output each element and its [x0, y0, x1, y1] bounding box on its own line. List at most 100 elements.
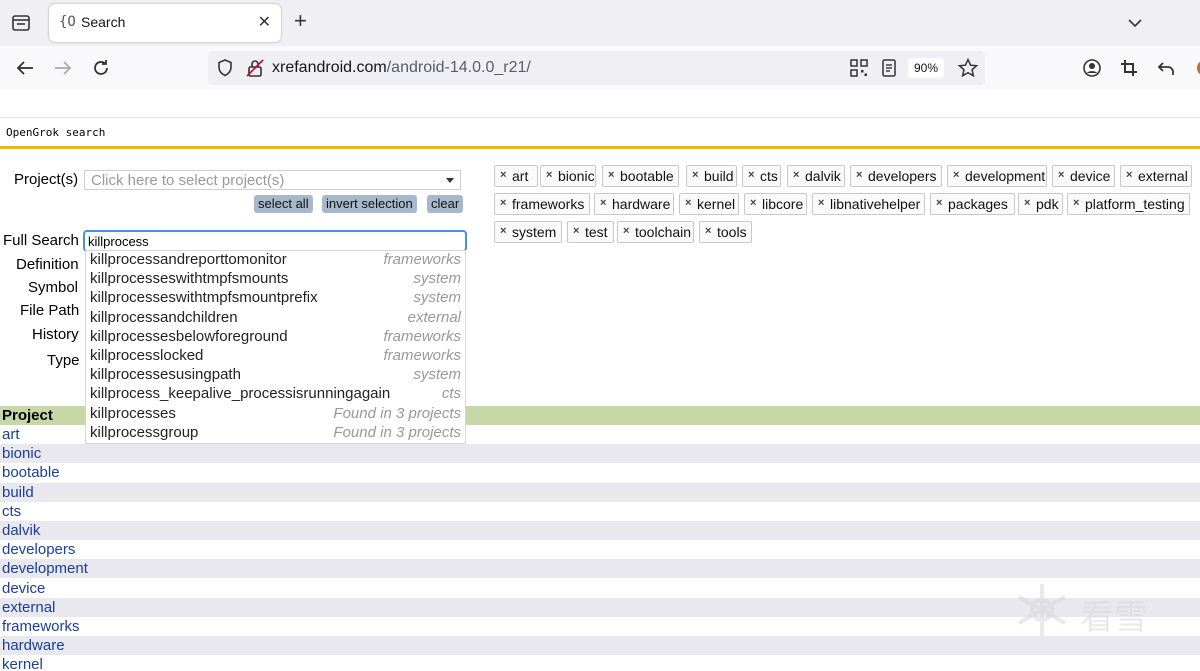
suggestion-item[interactable]: killprocesseswithtmpfsmountprefix system [86, 289, 465, 308]
project-chip[interactable]: × platform_testing [1067, 193, 1190, 215]
suggestion-item[interactable]: killprocesseswithtmpfsmounts system [86, 270, 465, 289]
project-chip[interactable]: × external [1120, 165, 1192, 187]
suggestion-item[interactable]: killprocessandreporttomonitor frameworks [86, 251, 465, 270]
remove-chip-icon[interactable]: × [500, 197, 506, 209]
project-link[interactable]: device [2, 580, 45, 597]
table-row: developers [0, 540, 1200, 559]
project-chip[interactable]: × packages [930, 193, 1015, 215]
suggestion-item[interactable]: killprocesslocked frameworks [86, 347, 465, 366]
suggestion-item[interactable]: killprocessesusingpath system [86, 366, 465, 385]
remove-chip-icon[interactable]: × [500, 169, 506, 181]
insecure-lock-icon[interactable] [244, 57, 266, 79]
remove-chip-icon[interactable]: × [623, 225, 629, 237]
suggestion-item[interactable]: killprocessandchildren external [86, 309, 465, 328]
invert-selection-button[interactable]: invert selection [322, 195, 417, 213]
project-link[interactable]: bionic [2, 445, 41, 462]
remove-chip-icon[interactable]: × [1058, 169, 1064, 181]
select-all-button[interactable]: select all [254, 195, 313, 213]
remove-chip-icon[interactable]: × [705, 225, 711, 237]
bookmark-star-icon[interactable] [957, 57, 979, 79]
project-chip[interactable]: × cts [742, 165, 781, 187]
suggestion-term: killprocessandchildren [90, 308, 238, 326]
remove-chip-icon[interactable]: × [685, 197, 691, 209]
undo-arrow-icon[interactable] [1155, 57, 1177, 79]
project-chip[interactable]: × pdk [1018, 193, 1063, 215]
url-text[interactable]: xrefandroid.com/android-14.0.0_r21/ [272, 59, 531, 77]
back-arrow-icon[interactable] [14, 57, 36, 79]
suggestion-item[interactable]: killprocessgroup Found in 3 projects [86, 424, 465, 443]
remove-chip-icon[interactable]: × [748, 169, 754, 181]
suggestion-project: frameworks [383, 347, 461, 364]
project-link[interactable]: frameworks [2, 618, 80, 635]
clear-button[interactable]: clear [427, 195, 464, 213]
tab-list-icon[interactable] [10, 12, 32, 34]
suggestion-item[interactable]: killprocessesbelowforeground frameworks [86, 328, 465, 347]
project-chip[interactable]: × libnativehelper [812, 193, 925, 215]
remove-chip-icon[interactable]: × [750, 197, 756, 209]
project-select[interactable]: Click here to select project(s) [84, 170, 461, 190]
new-tab-icon[interactable]: + [294, 10, 307, 32]
remove-chip-icon[interactable]: × [546, 169, 552, 181]
project-link[interactable]: build [2, 484, 34, 501]
shield-icon[interactable] [214, 57, 236, 79]
remove-chip-icon[interactable]: × [856, 169, 862, 181]
project-link[interactable]: bootable [2, 464, 60, 481]
remove-chip-icon[interactable]: × [573, 225, 579, 237]
reload-icon[interactable] [90, 57, 112, 79]
project-chip[interactable]: × bootable [602, 165, 679, 187]
table-row: bootable [0, 463, 1200, 482]
remove-chip-icon[interactable]: × [1073, 197, 1079, 209]
project-link[interactable]: development [2, 560, 88, 577]
project-chip[interactable]: × developers [850, 165, 942, 187]
remove-chip-icon[interactable]: × [692, 169, 698, 181]
zoom-level-button[interactable]: 90% [908, 58, 945, 78]
url-bar[interactable]: xrefandroid.com/android-14.0.0_r21/ 90% [208, 51, 985, 85]
remove-chip-icon[interactable]: × [793, 169, 799, 181]
project-link[interactable]: developers [2, 541, 75, 558]
kanxue-watermark: 看雪 [1012, 580, 1172, 650]
suggestion-item[interactable]: killprocesses Found in 3 projects [86, 405, 465, 424]
full-search-input[interactable]: killprocess [83, 230, 467, 252]
project-link[interactable]: cts [2, 503, 21, 520]
project-link[interactable]: hardware [2, 637, 65, 654]
remove-chip-icon[interactable]: × [936, 197, 942, 209]
project-link[interactable]: external [2, 599, 55, 616]
remove-chip-icon[interactable]: × [500, 225, 506, 237]
extension-icon[interactable] [1194, 57, 1200, 79]
project-chip[interactable]: × toolchain [617, 221, 694, 243]
reader-view-icon[interactable] [878, 57, 900, 79]
project-chip[interactable]: × libcore [744, 193, 807, 215]
project-chip[interactable]: × build [686, 165, 737, 187]
project-chip[interactable]: × hardware [594, 193, 674, 215]
remove-chip-icon[interactable]: × [818, 197, 824, 209]
remove-chip-icon[interactable]: × [608, 169, 614, 181]
project-chip[interactable]: × device [1052, 165, 1115, 187]
project-chip[interactable]: × art [494, 165, 538, 187]
crop-screenshot-icon[interactable] [1118, 57, 1140, 79]
project-chip[interactable]: × tools [699, 221, 752, 243]
remove-chip-icon[interactable]: × [1024, 197, 1030, 209]
account-icon[interactable] [1081, 57, 1103, 79]
project-chip[interactable]: × test [567, 221, 614, 243]
project-chip[interactable]: × dalvik [787, 165, 845, 187]
qr-code-icon[interactable] [848, 57, 870, 79]
project-chip[interactable]: × development [947, 165, 1047, 187]
project-chip[interactable]: × system [494, 221, 562, 243]
active-tab[interactable]: {O Search ✕ [49, 4, 281, 42]
project-link[interactable]: kernel [2, 656, 43, 671]
project-chip[interactable]: × bionic [540, 165, 596, 187]
tab-title: Search [81, 14, 126, 30]
close-tab-icon[interactable]: ✕ [258, 12, 271, 32]
remove-chip-icon[interactable]: × [1126, 169, 1132, 181]
forward-arrow-icon[interactable] [52, 57, 74, 79]
suggestion-item[interactable]: killprocess_keepalive_processisrunningag… [86, 385, 465, 404]
remove-chip-icon[interactable]: × [600, 197, 606, 209]
project-chip[interactable]: × kernel [679, 193, 739, 215]
project-link[interactable]: art [2, 426, 20, 443]
project-chip[interactable]: × frameworks [494, 193, 590, 215]
suggestion-term: killprocess_keepalive_processisrunningag… [90, 385, 391, 403]
project-link[interactable]: dalvik [2, 522, 40, 539]
chevron-down-icon[interactable] [1126, 14, 1144, 32]
project-chip-label: developers [868, 168, 937, 184]
remove-chip-icon[interactable]: × [953, 169, 959, 181]
